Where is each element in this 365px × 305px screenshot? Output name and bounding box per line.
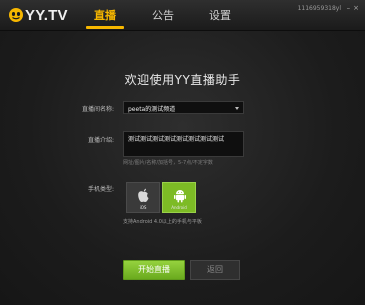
window-controls: – × [344,4,359,12]
device-android-label: Android [171,205,187,210]
device-option-ios[interactable]: iOS [126,182,160,213]
logo-text: YY.TV [25,7,68,24]
tab-announcement[interactable]: 公告 [152,7,174,23]
android-icon [174,190,186,203]
room-name-select[interactable]: peeta的测试频道 [123,101,244,114]
intro-hint: 网址/图片/名称/加括号，5-7点/不定字数 [123,160,213,166]
android-support-text: 支持Android 4.0以上的手机与平板 [123,219,202,225]
tab-live[interactable]: 直播 [94,7,116,23]
active-tab-indicator [86,26,124,29]
intro-label: 直播介绍: [88,137,115,144]
device-ios-label: iOS [139,205,147,210]
device-type-label: 手机类型: [88,186,115,193]
yy-logo-icon [9,8,23,22]
user-id: 1116959318yl [297,5,341,12]
start-live-button[interactable]: 开始直播 [123,260,185,280]
close-icon[interactable]: × [353,4,359,12]
intro-textarea[interactable]: 测试测试测试测试测试测试测试测试 [123,131,244,157]
apple-icon [138,188,149,203]
intro-value: 测试测试测试测试测试测试测试测试 [128,136,225,143]
room-name-label: 直播间名称: [82,106,115,113]
yy-logo[interactable]: YY.TV [8,6,70,26]
minimize-icon[interactable]: – [347,4,351,12]
room-name-value: peeta的测试频道 [128,106,176,113]
tab-settings[interactable]: 设置 [209,7,231,23]
title-bar: YY.TV 直播 公告 设置 1116959318yl – × [0,0,365,31]
welcome-title: 欢迎使用YY直播助手 [124,73,241,87]
chevron-down-icon [235,107,239,110]
back-button[interactable]: 返回 [190,260,240,280]
main-panel: 欢迎使用YY直播助手 直播间名称: peeta的测试频道 直播介绍: 测试测试测… [0,31,365,305]
device-option-android[interactable]: Android [162,182,196,213]
